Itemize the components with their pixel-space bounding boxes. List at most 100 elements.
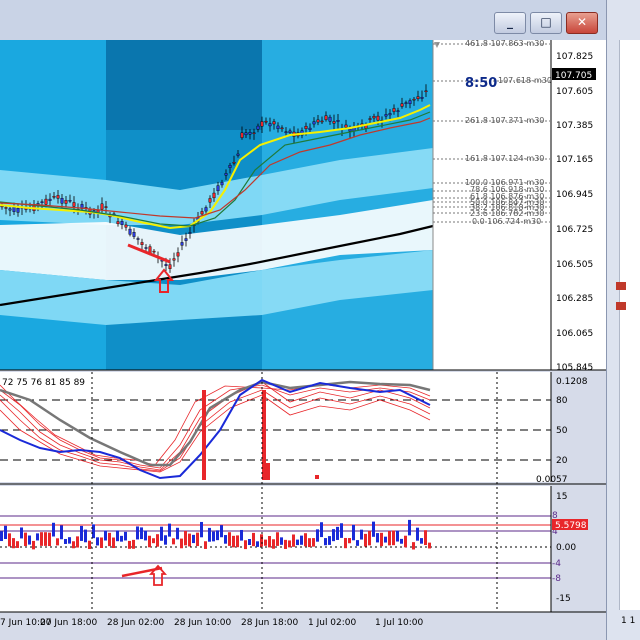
osc-bar [132, 539, 135, 549]
osc-panel[interactable] [0, 486, 551, 612]
osc-bar [24, 532, 27, 547]
window-titlebar: _ □ ✕ [0, 0, 606, 41]
maximize-button[interactable]: □ [530, 12, 562, 34]
candle-body [212, 192, 216, 199]
osc-bar [352, 524, 355, 541]
candle-body [260, 121, 264, 127]
candle-body [396, 110, 400, 112]
minimize-button[interactable]: _ [494, 12, 526, 34]
osc-bar [220, 525, 223, 538]
osc-bar [392, 530, 395, 546]
osc-bar [420, 538, 423, 544]
osc-bar [268, 536, 271, 548]
candle-body [4, 207, 8, 209]
stoch-tick: 20 [556, 456, 568, 466]
candle-body [336, 120, 340, 122]
candle-body [64, 200, 68, 204]
osc-bar [372, 521, 375, 537]
candle-body [72, 202, 76, 207]
osc-bar [280, 537, 283, 545]
osc-bar [248, 539, 251, 546]
side-chart[interactable] [616, 40, 640, 610]
osc-bar [344, 537, 347, 549]
candle-body [132, 232, 136, 237]
osc-bar [256, 541, 259, 547]
candle-body [252, 132, 256, 134]
candle-body [244, 132, 248, 136]
osc-bar [396, 530, 399, 542]
candle-body [400, 103, 404, 107]
osc-bar [28, 535, 31, 545]
candle-body [48, 198, 52, 201]
close-icon: ✕ [576, 15, 588, 29]
stoch-panel[interactable] [0, 372, 551, 482]
fib-label: 107.618-m30 [498, 76, 552, 85]
osc-bar [148, 535, 151, 548]
candle-body [268, 123, 272, 127]
candle-body [208, 198, 212, 203]
osc-bar [140, 527, 143, 540]
price-tick: 106.505 [556, 260, 593, 270]
osc-bar [324, 538, 327, 546]
candle-body [388, 113, 392, 116]
price-tick: 106.065 [556, 329, 593, 339]
candle-body [320, 120, 324, 123]
osc-bar [356, 540, 359, 546]
time-tick: 1 Jul 02:00 [308, 618, 357, 628]
osc-bar [120, 535, 123, 542]
osc-bar [216, 530, 219, 541]
candle-body [200, 211, 204, 215]
side-panel: 1 1 [606, 0, 640, 640]
osc-bar [96, 537, 99, 546]
osc-bar [408, 519, 411, 536]
candle-body [392, 108, 396, 112]
candle-body [152, 250, 156, 253]
candle-body [256, 125, 260, 130]
side-marker [616, 282, 626, 290]
candle-body [168, 264, 172, 269]
stoch-tick: 80 [556, 396, 568, 406]
candle-body [172, 258, 176, 261]
candle-body [324, 115, 328, 120]
osc-bar [332, 529, 335, 542]
candle-body [304, 126, 308, 129]
candle-body [264, 120, 268, 123]
osc-bar [264, 539, 267, 546]
osc-bar [208, 527, 211, 542]
candle-body [144, 247, 148, 249]
osc-bar [192, 534, 195, 544]
session-shade-top [106, 40, 262, 130]
candle-body [344, 124, 348, 128]
chart-window[interactable]: 461.8 107.863-m30 107.618-m30 261.8 107.… [0, 40, 606, 640]
price-tick: 106.285 [556, 294, 593, 304]
candle-body [376, 115, 380, 121]
osc-bar [412, 542, 415, 550]
time-tick: 28 Jun 02:00 [107, 618, 164, 628]
osc-bar [172, 538, 175, 545]
candle-body [384, 114, 388, 117]
osc-bar [236, 535, 239, 548]
time-tick: 28 Jun 10:00 [174, 618, 231, 628]
osc-bar [184, 530, 187, 546]
close-button[interactable]: ✕ [566, 12, 598, 34]
candle-body [276, 125, 280, 129]
osc-bar [52, 522, 55, 537]
candle-body [308, 127, 312, 130]
osc-bar [328, 536, 331, 545]
osc-bar [292, 534, 295, 547]
candle-body [224, 173, 228, 176]
fib-label: 461.8 107.863-m30 [465, 40, 544, 48]
osc-tick: -15 [556, 594, 571, 604]
osc-bar [404, 535, 407, 548]
osc-bar [84, 529, 87, 543]
candle-body [424, 90, 428, 93]
candle-body [272, 121, 276, 125]
candle-body [240, 132, 244, 138]
candle-body [164, 264, 168, 266]
candle-body [136, 238, 140, 240]
fib-label: 0.0 106.724-m30 [472, 217, 541, 226]
candle-body [124, 224, 128, 228]
osc-bar [76, 536, 79, 548]
osc-bar [104, 530, 107, 541]
osc-bar [180, 538, 183, 549]
